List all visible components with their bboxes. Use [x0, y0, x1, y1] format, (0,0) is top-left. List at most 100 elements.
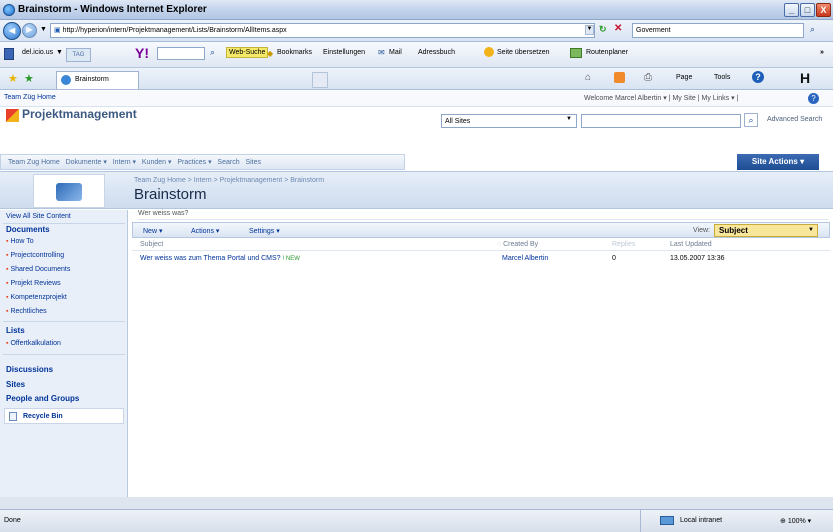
- nav-search[interactable]: Search: [217, 159, 239, 166]
- doc-how-to[interactable]: ▪ How To: [6, 238, 34, 245]
- doc-projectcontrolling[interactable]: ▪ Projectcontrolling: [6, 252, 64, 259]
- stop-icon[interactable]: ✕: [614, 23, 622, 34]
- search-scope-select[interactable]: All Sites: [441, 114, 577, 128]
- top-nav-items: Team Zug Home Dokumente ▾ Intern ▾ Kunde…: [8, 159, 262, 166]
- favorites-star-icon[interactable]: ★: [8, 72, 18, 85]
- zoom-value: 100%: [787, 518, 806, 525]
- list-offertkalkulation[interactable]: ▪ Offertkalkulation: [6, 340, 61, 347]
- sites-heading[interactable]: Sites: [6, 380, 25, 389]
- welcome-menu[interactable]: Welcome Marcel Albertin: [584, 95, 661, 102]
- scope-dropdown-icon[interactable]: ▼: [566, 116, 572, 122]
- web-search-button[interactable]: Web-Suche: [226, 47, 269, 58]
- address-dropdown-button[interactable]: ▼: [585, 25, 594, 35]
- my-site-link[interactable]: My Site: [672, 95, 695, 102]
- col-last-updated[interactable]: Last Updated: [670, 241, 712, 248]
- nav-intern[interactable]: Intern: [113, 159, 131, 166]
- row-subject-link[interactable]: Wer weiss was zum Thema Portal und CMS? …: [140, 255, 300, 262]
- nav-practices[interactable]: Practices: [177, 159, 206, 166]
- tab-page-icon: [61, 75, 71, 85]
- advanced-search-link[interactable]: Advanced Search: [767, 116, 822, 123]
- tools-menu[interactable]: Tools: [714, 74, 730, 81]
- minimize-button[interactable]: _: [784, 3, 799, 17]
- breadcrumb[interactable]: Team Zug Home > Intern > Projektmanageme…: [134, 177, 324, 184]
- actions-menu[interactable]: Actions ▾: [191, 227, 219, 235]
- einstellungen-button[interactable]: Einstellungen: [323, 49, 365, 56]
- table-row[interactable]: Wer weiss was zum Thema Portal und CMS? …: [132, 252, 830, 266]
- view-label: View:: [693, 227, 710, 234]
- tab-label: Brainstorm: [75, 76, 109, 83]
- refresh-icon[interactable]: ↻: [599, 24, 607, 35]
- yahoo-search-input[interactable]: [157, 47, 205, 60]
- sp-help-icon[interactable]: ?: [808, 93, 819, 104]
- new-menu[interactable]: New ▾: [143, 227, 162, 235]
- site-title[interactable]: Projektmanagement: [22, 107, 137, 121]
- people-and-groups-heading[interactable]: People and Groups: [6, 394, 79, 403]
- sp-top-bar: Team Züg Home Welcome Marcel Albertin ▾ …: [0, 91, 833, 107]
- tag-button[interactable]: TAG: [66, 48, 91, 62]
- seite-uebersetzen-button[interactable]: Seite übersetzen: [497, 49, 550, 56]
- add-favorites-icon[interactable]: ★: [24, 72, 34, 85]
- doc-rechtliches[interactable]: ▪ Rechtliches: [6, 308, 47, 315]
- print-icon[interactable]: ⎙: [644, 72, 652, 83]
- lists-heading[interactable]: Lists: [6, 326, 25, 335]
- sp-search-input[interactable]: [581, 114, 741, 128]
- quick-launch: View All Site Content Documents ▪ How To…: [0, 210, 128, 497]
- search-input[interactable]: Goverment: [632, 23, 804, 38]
- home-icon[interactable]: ⌂: [585, 72, 591, 83]
- address-input[interactable]: ▣ http://hyperion/intern/Projektmanageme…: [50, 23, 595, 38]
- close-button[interactable]: X: [816, 3, 831, 17]
- tab-row: ★ ★ Brainstorm ⌂ ⎙ Page Tools ? H: [0, 68, 833, 90]
- doc-projekt-reviews[interactable]: ▪ Projekt Reviews: [6, 280, 61, 287]
- col-subject[interactable]: Subject: [140, 241, 163, 248]
- delicious-icon: [4, 48, 14, 60]
- back-button[interactable]: ◄: [3, 22, 21, 40]
- zone-label: Local intranet: [680, 517, 723, 524]
- doc-shared-documents[interactable]: ▪ Shared Documents: [6, 266, 70, 273]
- feeds-icon[interactable]: [614, 72, 625, 83]
- settings-menu[interactable]: Settings ▾: [249, 227, 280, 235]
- list-header-row: Subject ◌ Created By Replies Last Update…: [132, 240, 830, 251]
- col-created-by[interactable]: ◌ Created By: [497, 241, 538, 248]
- view-all-site-content-link[interactable]: View All Site Content: [6, 213, 71, 220]
- view-select[interactable]: Subject ▼: [714, 224, 818, 237]
- mail-button[interactable]: Mail: [389, 49, 402, 56]
- page-menu[interactable]: Page: [676, 74, 692, 81]
- research-icon[interactable]: H: [800, 70, 810, 86]
- doc-kompetenzprojekt[interactable]: ▪ Kompetenzprojekt: [6, 294, 67, 301]
- site-name-link[interactable]: Team Züg Home: [4, 94, 56, 101]
- more-button[interactable]: »: [820, 49, 824, 56]
- history-dropdown-icon[interactable]: ▼: [40, 26, 47, 33]
- view-value: Subject: [719, 226, 748, 235]
- yahoo-logo[interactable]: Y!: [135, 45, 149, 61]
- recycle-bin-link[interactable]: Recycle Bin: [4, 408, 124, 424]
- nav-dokumente[interactable]: Dokumente: [66, 159, 102, 166]
- sp-header: Projektmanagement All Sites ▼ ⌕ Advanced…: [0, 107, 833, 157]
- maximize-button[interactable]: □: [800, 3, 815, 17]
- search-icon[interactable]: ⌕: [810, 24, 815, 35]
- adressbuch-button[interactable]: Adressbuch: [418, 49, 455, 56]
- col-replies[interactable]: Replies: [612, 241, 635, 248]
- nav-sites[interactable]: Sites: [245, 159, 261, 166]
- documents-heading[interactable]: Documents: [6, 225, 50, 234]
- nav-team-zug-home[interactable]: Team Zug Home: [8, 159, 60, 166]
- title-band: Team Zug Home > Intern > Projektmanageme…: [0, 171, 833, 209]
- sp-search-button[interactable]: ⌕: [744, 113, 758, 127]
- bookmarks-button[interactable]: Bookmarks: [277, 49, 312, 56]
- my-links-link[interactable]: My Links: [702, 95, 730, 102]
- routenplaner-button[interactable]: Routenplaner: [586, 49, 628, 56]
- row-created-by[interactable]: Marcel Albertin: [502, 255, 548, 262]
- discussions-heading[interactable]: Discussions: [6, 365, 53, 374]
- help-icon[interactable]: ?: [752, 71, 764, 83]
- site-actions-button[interactable]: Site Actions ▾: [737, 154, 819, 170]
- recycle-bin-label: Recycle Bin: [23, 413, 63, 420]
- tab-brainstorm[interactable]: Brainstorm: [56, 71, 139, 89]
- forward-button[interactable]: ►: [22, 23, 37, 38]
- recycle-bin-icon: [9, 412, 17, 421]
- status-bar: Done Local intranet ⊕ 100% ▾: [0, 509, 833, 532]
- zoom-control[interactable]: ⊕ 100% ▾: [780, 517, 811, 525]
- nav-kunden[interactable]: Kunden: [142, 159, 166, 166]
- delicious-button[interactable]: del.icio.us: [22, 49, 53, 56]
- row-replies: 0: [612, 255, 616, 262]
- translate-icon: [484, 47, 494, 57]
- new-tab-button[interactable]: [312, 72, 328, 88]
